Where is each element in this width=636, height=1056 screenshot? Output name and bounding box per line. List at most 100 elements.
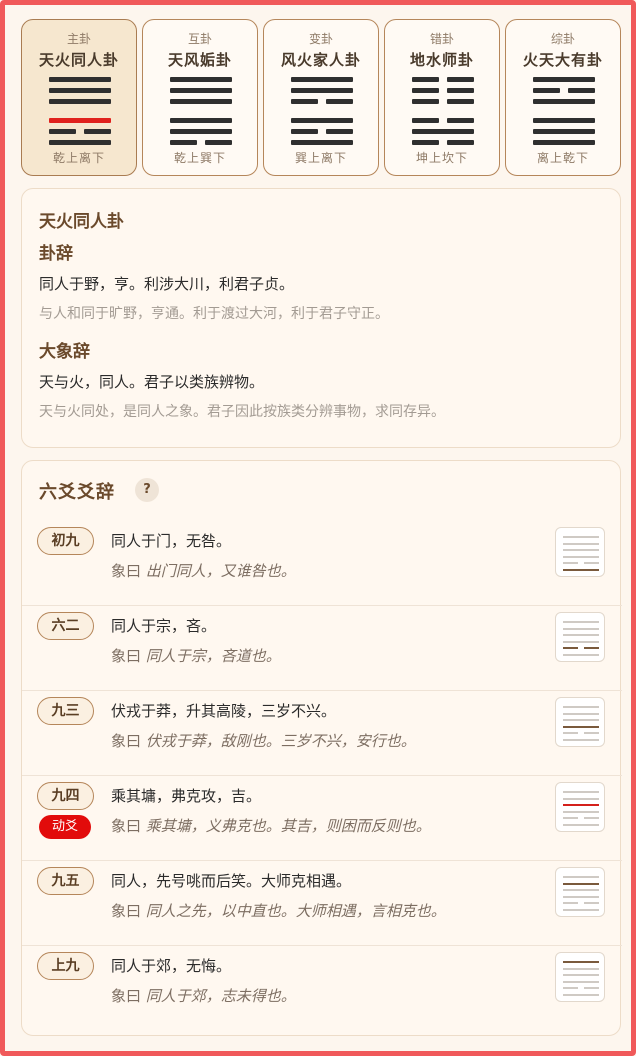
mini-hexagram-icon xyxy=(555,867,605,917)
yin-line xyxy=(49,129,111,134)
yao-lines-panel: 六爻爻辞 ? 初九 同人于门，无咎。 象曰 出门同人，又谁咎也。 六二 同人于宗，吝。象… xyxy=(21,460,622,1036)
card-changed-hexagram[interactable]: 变卦 风火家人卦 巽上离下 xyxy=(263,19,379,176)
yang-line xyxy=(49,99,111,104)
yao-xiang: 象曰 伏戎于莽，敌刚也。三岁不兴，安行也。 xyxy=(111,730,416,751)
detail-title: 天火同人卦 xyxy=(39,212,124,232)
yao-row[interactable]: 九五 同人，先号咷而后笑。大师克相遇。 象曰 同人之先，以中直也。大师相遇，言相克也… xyxy=(22,861,622,946)
yao-row[interactable]: 六二 同人于宗，吝。 象曰 同人于宗，吝道也。 xyxy=(22,606,622,691)
card-trigrams: 乾上离下 xyxy=(52,151,105,165)
xiang-text: 乘其墉，义弗克也。其吉，则困而反则也。 xyxy=(145,817,431,835)
card-name: 天风姤卦 xyxy=(167,51,232,69)
card-trigrams: 坤上坎下 xyxy=(415,151,468,165)
moving-line-badge: 动爻 xyxy=(39,815,91,839)
mini-hexagram-icon xyxy=(555,527,605,577)
yang-line xyxy=(291,77,353,82)
yao-text: 同人，先号咷而后笑。大师克相遇。 xyxy=(111,872,352,890)
hexagram-lines xyxy=(533,77,595,145)
yang-line xyxy=(49,88,111,93)
hexagram-cards: 主卦 天火同人卦 乾上离下 互卦 天风姤卦 乾上巽下 变卦 风火家人卦 巽上离下… xyxy=(21,19,621,177)
yao-text: 乘其墉，弗克攻，吉。 xyxy=(111,787,262,805)
yin-line xyxy=(412,99,474,104)
yang-line xyxy=(170,129,232,134)
yao-xiang: 象曰 同人之先，以中直也。大师相遇，言相克也。 xyxy=(111,900,446,921)
yang-line xyxy=(291,118,353,123)
yao-row[interactable]: 九四 动爻 乘其墉，弗克攻，吉。 象曰 乘其墉，义弗克也。其吉，则困而反则也。 xyxy=(22,776,622,861)
yang-line xyxy=(170,88,232,93)
yin-line xyxy=(412,88,474,93)
card-main-hexagram[interactable]: 主卦 天火同人卦 乾上离下 xyxy=(21,19,137,176)
card-name: 火天大有卦 xyxy=(522,51,603,69)
yin-line xyxy=(170,140,232,145)
card-mutual-hexagram[interactable]: 互卦 天风姤卦 乾上巽下 xyxy=(142,19,258,176)
yin-line xyxy=(412,118,474,123)
yang-line xyxy=(49,118,111,123)
xiang-ci-text: 天与火，同人。君子以类族辨物。 xyxy=(39,373,265,391)
mini-hexagram-icon xyxy=(555,612,605,662)
card-trigrams: 乾上巽下 xyxy=(173,151,226,165)
yin-line xyxy=(412,77,474,82)
yao-position-badge: 九五 xyxy=(37,867,94,895)
yao-xiang: 象曰 出门同人，又谁咎也。 xyxy=(111,560,296,581)
yao-row[interactable]: 初九 同人于门，无咎。 象曰 出门同人，又谁咎也。 xyxy=(22,521,622,606)
xiang-ci-translation: 天与火同处，是同人之象。君子因此按族类分辨事物，求同存异。 xyxy=(39,404,445,420)
yang-line xyxy=(170,118,232,123)
yang-line xyxy=(533,129,595,134)
yang-line xyxy=(49,140,111,145)
card-opposite-hexagram[interactable]: 错卦 地水师卦 坤上坎下 xyxy=(384,19,500,176)
hexagram-lines xyxy=(49,77,111,145)
xiang-prefix: 象曰 xyxy=(111,647,142,665)
xiang-prefix: 象曰 xyxy=(111,987,142,1005)
gua-ci-label: 卦辞 xyxy=(39,244,73,264)
yang-line xyxy=(291,140,353,145)
yang-line xyxy=(170,99,232,104)
xiang-text: 同人于宗，吝道也。 xyxy=(145,647,281,665)
yao-position-badge: 九四 xyxy=(37,782,94,810)
yao-position-badge: 初九 xyxy=(37,527,94,555)
app-frame: 主卦 天火同人卦 乾上离下 互卦 天风姤卦 乾上巽下 变卦 风火家人卦 巽上离下… xyxy=(0,0,636,1056)
yin-line xyxy=(291,99,353,104)
yang-line xyxy=(49,77,111,82)
yao-row[interactable]: 九三 伏戎于莽，升其高陵，三岁不兴。 象曰 伏戎于莽，敌刚也。三岁不兴，安行也。 xyxy=(22,691,622,776)
card-type: 综卦 xyxy=(550,32,575,46)
hexagram-lines xyxy=(291,77,353,145)
yin-line xyxy=(412,140,474,145)
mini-hexagram-icon xyxy=(555,952,605,1002)
yang-line xyxy=(533,118,595,123)
yin-line xyxy=(533,88,595,93)
yang-line xyxy=(412,129,474,134)
xiang-text: 伏戎于莽，敌刚也。三岁不兴，安行也。 xyxy=(145,732,416,750)
yao-xiang: 象曰 同人于宗，吝道也。 xyxy=(111,645,281,666)
yao-text: 同人于宗，吝。 xyxy=(111,617,217,635)
yang-line xyxy=(170,77,232,82)
card-name: 地水师卦 xyxy=(409,51,474,69)
hexagram-lines xyxy=(170,77,232,145)
yang-line xyxy=(291,88,353,93)
xiang-text: 同人之先，以中直也。大师相遇，言相克也。 xyxy=(145,902,446,920)
gua-ci-translation: 与人和同于旷野，亨通。利于渡过大河，利于君子守正。 xyxy=(39,306,389,322)
mini-hexagram-icon xyxy=(555,782,605,832)
yao-position-badge: 九三 xyxy=(37,697,94,725)
card-name: 风火家人卦 xyxy=(280,51,361,69)
yang-line xyxy=(533,140,595,145)
gua-ci-text: 同人于野，亨。利涉大川，利君子贞。 xyxy=(39,275,295,293)
card-inverse-hexagram[interactable]: 综卦 火天大有卦 离上乾下 xyxy=(505,19,621,176)
card-type: 变卦 xyxy=(308,32,333,46)
mini-hexagram-icon xyxy=(555,697,605,747)
xiang-text: 出门同人，又谁咎也。 xyxy=(145,562,296,580)
card-type: 主卦 xyxy=(66,32,91,46)
yao-position-badge: 上九 xyxy=(37,952,94,980)
yang-line xyxy=(533,77,595,82)
yao-xiang: 象曰 同人于郊，志未得也。 xyxy=(111,985,296,1006)
yin-line xyxy=(291,129,353,134)
card-type: 互卦 xyxy=(187,32,212,46)
yao-row[interactable]: 上九 同人于郊，无悔。象曰 同人于郊，志未得也。 xyxy=(22,946,622,1031)
yao-text: 同人于郊，无悔。 xyxy=(111,957,232,975)
xiang-prefix: 象曰 xyxy=(111,562,142,580)
xiang-prefix: 象曰 xyxy=(111,902,142,920)
yao-section-title: 六爻爻辞 xyxy=(39,482,115,503)
xiang-ci-label: 大象辞 xyxy=(39,342,90,362)
hexagram-detail-panel: 天火同人卦 卦辞 同人于野，亨。利涉大川，利君子贞。 与人和同于旷野，亨通。利于… xyxy=(21,188,621,448)
yao-text: 同人于门，无咎。 xyxy=(111,532,232,550)
yang-line xyxy=(533,99,595,104)
help-icon[interactable]: ? xyxy=(135,478,159,502)
